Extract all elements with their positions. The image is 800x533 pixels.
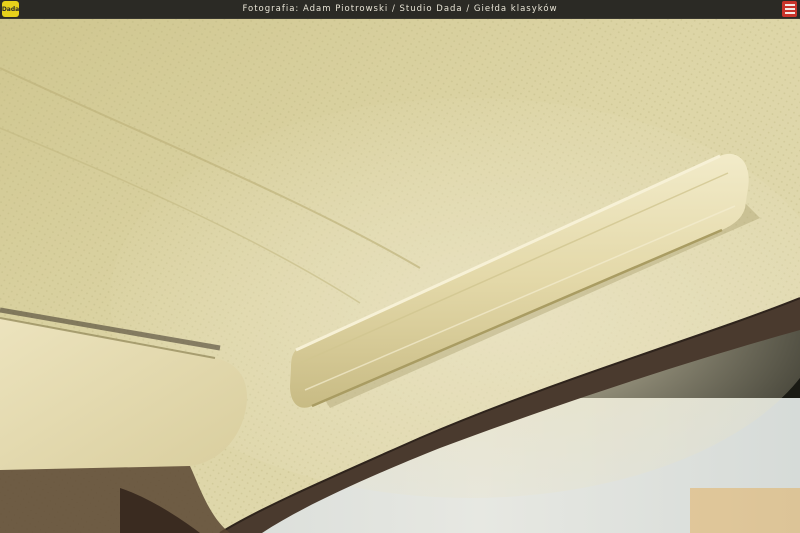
gielda-klasykow-logo-icon [782, 1, 797, 17]
top-bar: Dada Fotografia: Adam Piotrowski / Studi… [0, 0, 800, 19]
headliner-photo [0, 18, 800, 533]
dada-logo-icon: Dada [2, 1, 19, 17]
photo-credit-caption: Fotografia: Adam Piotrowski / Studio Dad… [242, 4, 558, 14]
